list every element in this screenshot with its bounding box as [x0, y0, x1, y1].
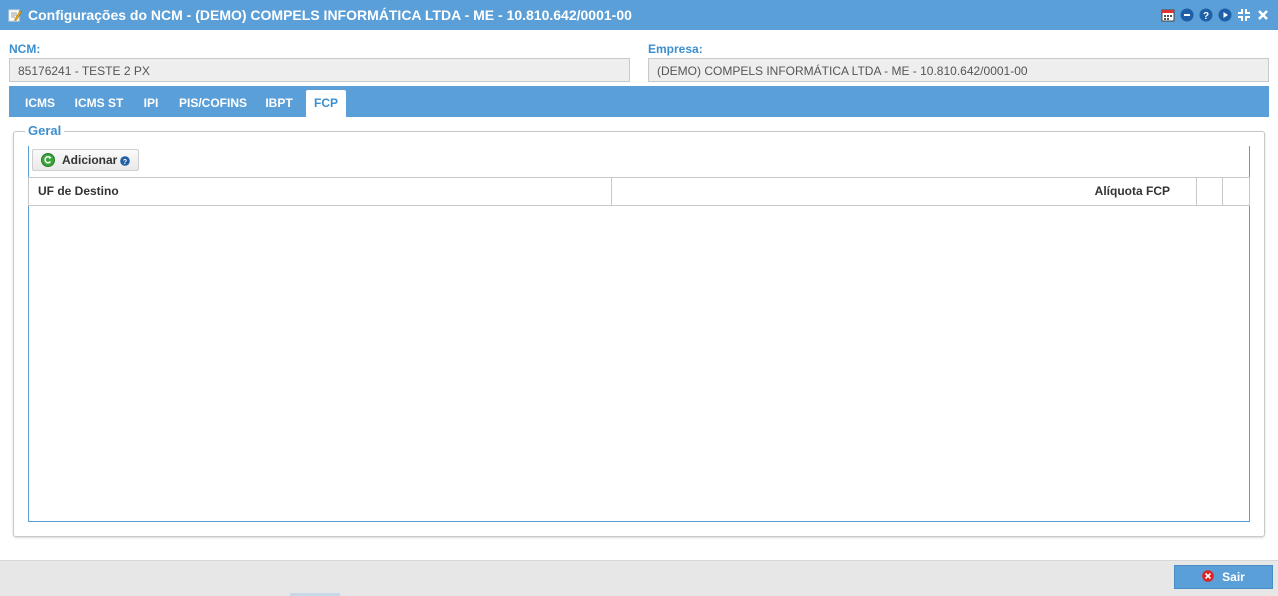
minimize-icon[interactable]: [1179, 7, 1194, 22]
tab-icms[interactable]: ICMS: [17, 90, 63, 117]
calendar-icon[interactable]: [1160, 7, 1175, 22]
grid-header: UF de Destino Alíquota FCP: [28, 177, 1250, 206]
svg-text:?: ?: [1202, 11, 1208, 22]
window-titlebar: Configurações do NCM - (DEMO) COMPELS IN…: [0, 0, 1278, 30]
exit-icon: [1202, 569, 1214, 585]
column-aliquota-fcp[interactable]: Alíquota FCP: [619, 178, 1170, 205]
tab-pis-cofins[interactable]: PIS/COFINS: [173, 90, 253, 117]
column-divider: [1196, 178, 1197, 205]
tab-icms-st[interactable]: ICMS ST: [67, 90, 131, 117]
add-button[interactable]: Adicionar ?: [32, 149, 139, 171]
close-icon[interactable]: [1255, 7, 1270, 22]
fieldset-legend: Geral: [25, 123, 65, 138]
tab-ipi[interactable]: IPI: [137, 90, 165, 117]
play-icon[interactable]: [1217, 7, 1232, 22]
window-tools: ?: [1160, 7, 1270, 22]
empresa-label: Empresa:: [648, 42, 703, 56]
collapse-icon[interactable]: [1236, 7, 1251, 22]
tab-bar: ICMS ICMS ST IPI PIS/COFINS IBPT FCP: [9, 86, 1269, 117]
help-icon[interactable]: ?: [120, 155, 131, 166]
add-button-label: Adicionar: [62, 153, 118, 167]
window-title: Configurações do NCM - (DEMO) COMPELS IN…: [28, 7, 632, 23]
footer-bar: [0, 560, 1278, 596]
exit-button[interactable]: Sair: [1174, 565, 1273, 589]
column-divider: [1222, 178, 1223, 205]
svg-text:?: ?: [123, 159, 127, 166]
add-icon: [41, 153, 55, 167]
ncm-label: NCM:: [9, 42, 41, 56]
column-divider: [611, 178, 612, 205]
edit-document-icon: [8, 8, 22, 22]
ncm-field[interactable]: 85176241 - TESTE 2 PX: [9, 58, 630, 82]
tab-fcp[interactable]: FCP: [306, 90, 346, 117]
tab-ibpt[interactable]: IBPT: [259, 90, 299, 117]
exit-button-label: Sair: [1222, 570, 1245, 584]
column-uf-destino[interactable]: UF de Destino: [38, 178, 119, 205]
empresa-field[interactable]: (DEMO) COMPELS INFORMÁTICA LTDA - ME - 1…: [648, 58, 1269, 82]
help-icon[interactable]: ?: [1198, 7, 1213, 22]
